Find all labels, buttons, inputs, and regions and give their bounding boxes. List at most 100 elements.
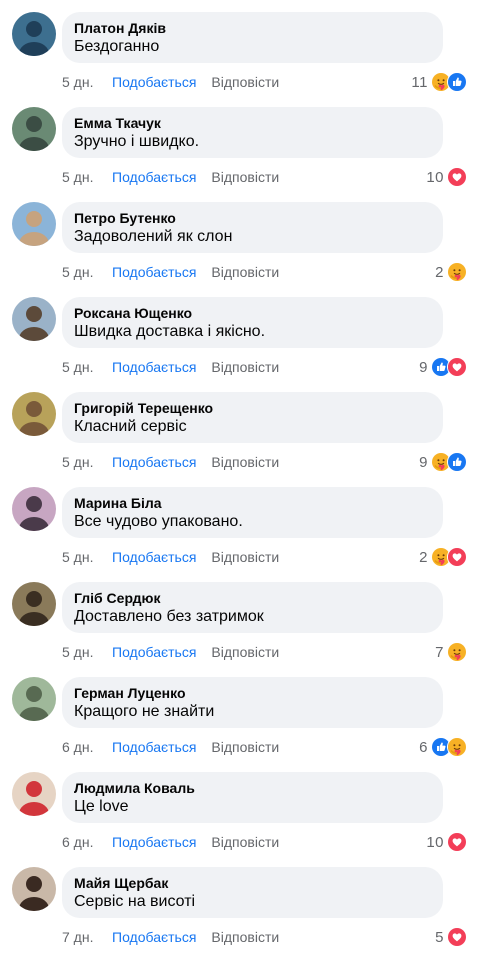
comment-author[interactable]: Платон Дяків (74, 20, 166, 36)
reply-button[interactable]: Відповісти (211, 169, 279, 185)
comment-4: Роксана Ющенко Швидка доставка і якісно.… (0, 285, 480, 380)
avatar[interactable] (12, 12, 56, 56)
avatar[interactable] (12, 677, 56, 721)
comment-text: Задоволений як слон (74, 228, 233, 245)
avatar[interactable] (12, 392, 56, 436)
reactions-count: 9 (419, 453, 428, 471)
comment-timestamp[interactable]: 6 дн. (62, 834, 112, 850)
comment-bubble: Майя Щербак Сервіс на висоті (62, 867, 443, 918)
comment-timestamp[interactable]: 5 дн. (62, 74, 112, 90)
like-button[interactable]: Подобається (112, 549, 196, 565)
reactions-summary[interactable]: 7 (435, 642, 467, 662)
reactions-count: 10 (426, 833, 444, 851)
like-button[interactable]: Подобається (112, 929, 196, 945)
comment-text: Бездоганно (74, 38, 160, 55)
comment-actions: 6 дн. Подобається Відповісти (62, 834, 279, 850)
comment-actions: 5 дн. Подобається Відповісти (62, 454, 279, 470)
reply-button[interactable]: Відповісти (211, 359, 279, 375)
like-reaction-icon (447, 452, 467, 472)
comment-author[interactable]: Майя Щербак (74, 875, 168, 891)
care-reaction-icon (447, 737, 467, 757)
avatar[interactable] (12, 582, 56, 626)
love-reaction-icon (447, 832, 467, 852)
reactions-summary[interactable]: 9 (419, 357, 467, 377)
comment-bubble: Григорій Терещенко Класний сервіс (62, 392, 443, 443)
avatar-image (12, 772, 56, 816)
comment-2: Емма Ткачук Зручно і швидко. 5 дн. Подоб… (0, 95, 480, 190)
avatar[interactable] (12, 107, 56, 151)
comment-timestamp[interactable]: 5 дн. (62, 359, 112, 375)
comment-timestamp[interactable]: 5 дн. (62, 454, 112, 470)
comment-timestamp[interactable]: 5 дн. (62, 169, 112, 185)
avatar[interactable] (12, 297, 56, 341)
avatar[interactable] (12, 202, 56, 246)
comment-author[interactable]: Герман Луценко (74, 685, 186, 701)
reply-button[interactable]: Відповісти (211, 644, 279, 660)
reactions-summary[interactable]: 2 (419, 547, 467, 567)
comment-8: Герман Луценко Кращого не знайти 6 дн. П… (0, 665, 480, 760)
reactions-summary[interactable]: 11 (411, 72, 467, 92)
comment-author[interactable]: Григорій Терещенко (74, 400, 213, 416)
comment-author[interactable]: Роксана Ющенко (74, 305, 192, 321)
reaction-icons (447, 262, 467, 282)
reactions-summary[interactable]: 10 (426, 832, 467, 852)
comment-timestamp[interactable]: 5 дн. (62, 264, 112, 280)
reactions-count: 5 (435, 928, 444, 946)
avatar-image (12, 867, 56, 911)
reactions-count: 6 (419, 738, 428, 756)
reactions-count: 2 (435, 263, 444, 281)
comment-author[interactable]: Марина Біла (74, 495, 162, 511)
reaction-icons (431, 737, 467, 757)
comment-author[interactable]: Емма Ткачук (74, 115, 161, 131)
love-reaction-icon (447, 547, 467, 567)
comment-bubble: Гліб Сердюк Доставлено без затримок (62, 582, 443, 633)
comment-text: Все чудово упаковано. (74, 513, 243, 530)
reactions-summary[interactable]: 6 (419, 737, 467, 757)
comment-timestamp[interactable]: 5 дн. (62, 549, 112, 565)
like-button[interactable]: Подобається (112, 264, 196, 280)
care-reaction-icon (447, 262, 467, 282)
love-reaction-icon (447, 357, 467, 377)
comment-actions: 5 дн. Подобається Відповісти (62, 169, 279, 185)
comment-6: Марина Біла Все чудово упаковано. 5 дн. … (0, 475, 480, 570)
comment-timestamp[interactable]: 7 дн. (62, 929, 112, 945)
avatar-image (12, 12, 56, 56)
avatar[interactable] (12, 867, 56, 911)
reply-button[interactable]: Відповісти (211, 739, 279, 755)
comment-text: Сервіс на висоті (74, 893, 196, 910)
comment-timestamp[interactable]: 5 дн. (62, 644, 112, 660)
reply-button[interactable]: Відповісти (211, 264, 279, 280)
comment-9: Людмила Коваль Це love 6 дн. Подобається… (0, 760, 480, 855)
comment-timestamp[interactable]: 6 дн. (62, 739, 112, 755)
avatar[interactable] (12, 772, 56, 816)
like-button[interactable]: Подобається (112, 454, 196, 470)
comment-bubble: Людмила Коваль Це love (62, 772, 443, 823)
comment-3: Петро Бутенко Задоволений як слон 5 дн. … (0, 190, 480, 285)
reactions-summary[interactable]: 5 (435, 927, 467, 947)
comment-actions: 5 дн. Подобається Відповісти (62, 359, 279, 375)
comment-bubble: Платон Дяків Бездоганно (62, 12, 443, 63)
reply-button[interactable]: Відповісти (211, 454, 279, 470)
love-reaction-icon (447, 927, 467, 947)
reply-button[interactable]: Відповісти (211, 929, 279, 945)
reply-button[interactable]: Відповісти (211, 549, 279, 565)
reactions-summary[interactable]: 2 (435, 262, 467, 282)
avatar-image (12, 202, 56, 246)
comment-bubble: Марина Біла Все чудово упаковано. (62, 487, 443, 538)
reactions-summary[interactable]: 10 (426, 167, 467, 187)
like-button[interactable]: Подобається (112, 739, 196, 755)
comment-author[interactable]: Людмила Коваль (74, 780, 195, 796)
avatar[interactable] (12, 487, 56, 531)
reactions-summary[interactable]: 9 (419, 452, 467, 472)
reply-button[interactable]: Відповісти (211, 74, 279, 90)
care-reaction-icon (447, 642, 467, 662)
like-button[interactable]: Подобається (112, 644, 196, 660)
reply-button[interactable]: Відповісти (211, 834, 279, 850)
comment-author[interactable]: Петро Бутенко (74, 210, 176, 226)
like-button[interactable]: Подобається (112, 834, 196, 850)
like-button[interactable]: Подобається (112, 74, 196, 90)
comment-author[interactable]: Гліб Сердюк (74, 590, 161, 606)
like-button[interactable]: Подобається (112, 359, 196, 375)
love-reaction-icon (447, 167, 467, 187)
like-button[interactable]: Подобається (112, 169, 196, 185)
